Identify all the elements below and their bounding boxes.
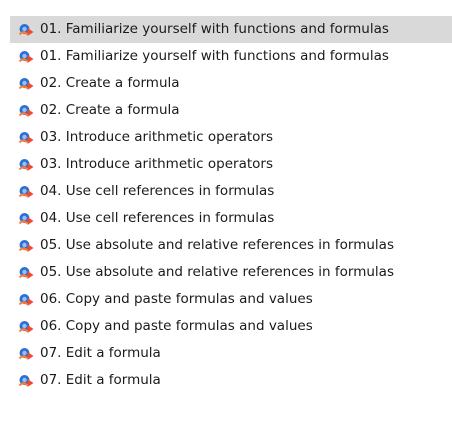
- file-item[interactable]: 04. Use cell references in formulas: [10, 205, 452, 232]
- file-name: 06. Copy and paste formulas and values: [40, 290, 313, 307]
- video-file-icon: [18, 185, 34, 198]
- video-file-icon: [18, 131, 34, 144]
- file-name: 07. Edit a formula: [40, 344, 161, 361]
- file-item[interactable]: 07. Edit a formula: [10, 340, 452, 367]
- video-file-icon: [18, 293, 34, 306]
- video-file-icon: [18, 374, 34, 387]
- file-item[interactable]: 06. Copy and paste formulas and values: [10, 286, 452, 313]
- video-file-icon: [18, 239, 34, 252]
- file-name: 02. Create a formula: [40, 74, 180, 91]
- file-item[interactable]: 04. Use cell references in formulas: [10, 178, 452, 205]
- file-item[interactable]: 06. Copy and paste formulas and values: [10, 313, 452, 340]
- video-file-icon: [18, 50, 34, 63]
- video-file-icon: [18, 77, 34, 90]
- file-item[interactable]: 02. Create a formula: [10, 70, 452, 97]
- file-name: 03. Introduce arithmetic operators: [40, 128, 273, 145]
- file-name: 06. Copy and paste formulas and values: [40, 317, 313, 334]
- file-name: 05. Use absolute and relative references…: [40, 263, 394, 280]
- file-item[interactable]: 02. Create a formula: [10, 97, 452, 124]
- file-item[interactable]: 01. Familiarize yourself with functions …: [10, 43, 452, 70]
- video-file-icon: [18, 23, 34, 36]
- file-name: 04. Use cell references in formulas: [40, 182, 275, 199]
- file-item[interactable]: 01. Familiarize yourself with functions …: [10, 16, 452, 43]
- video-file-icon: [18, 347, 34, 360]
- file-name: 05. Use absolute and relative references…: [40, 236, 394, 253]
- file-item[interactable]: 07. Edit a formula: [10, 367, 452, 394]
- video-file-icon: [18, 212, 34, 225]
- file-name: 03. Introduce arithmetic operators: [40, 155, 273, 172]
- file-item[interactable]: 03. Introduce arithmetic operators: [10, 151, 452, 178]
- file-name: 07. Edit a formula: [40, 371, 161, 388]
- video-file-icon: [18, 266, 34, 279]
- file-name: 01. Familiarize yourself with functions …: [40, 20, 389, 37]
- video-file-icon: [18, 320, 34, 333]
- file-name: 01. Familiarize yourself with functions …: [40, 47, 389, 64]
- file-name: 04. Use cell references in formulas: [40, 209, 275, 226]
- file-item[interactable]: 05. Use absolute and relative references…: [10, 259, 452, 286]
- video-file-icon: [18, 104, 34, 117]
- video-file-icon: [18, 158, 34, 171]
- file-name: 02. Create a formula: [40, 101, 180, 118]
- file-item[interactable]: 05. Use absolute and relative references…: [10, 232, 452, 259]
- file-item[interactable]: 03. Introduce arithmetic operators: [10, 124, 452, 151]
- file-list: 01. Familiarize yourself with functions …: [10, 16, 452, 394]
